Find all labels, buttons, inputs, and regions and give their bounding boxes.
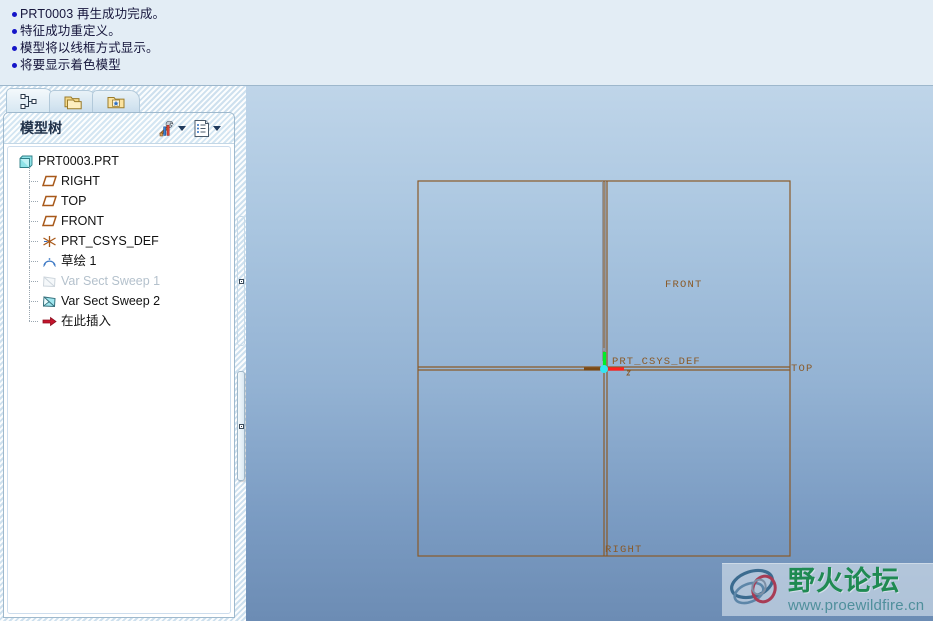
tree-item-datum-front[interactable]: FRONT xyxy=(8,207,230,231)
tree-item-label: Var Sect Sweep 1 xyxy=(61,274,161,288)
splitter-handle-upper[interactable] xyxy=(237,216,245,346)
tab-favorites[interactable] xyxy=(92,90,140,113)
chevron-down-icon[interactable] xyxy=(178,125,186,131)
watermark: 野火论坛 www.proewildfire.cn xyxy=(722,563,933,616)
bullet-icon xyxy=(8,6,20,23)
datum-plane-icon xyxy=(40,173,58,189)
insert-here-icon xyxy=(40,313,58,329)
tree-item-label: Var Sect Sweep 2 xyxy=(61,294,161,308)
tree-item-label: TOP xyxy=(61,194,87,208)
tree-item-sweep-2[interactable]: Var Sect Sweep 2 xyxy=(8,287,230,311)
sweep-icon xyxy=(40,273,58,289)
navigator-panel: 模型树 PRT0003.PRT RIGHT TOP FRONT PRT_CSYS… xyxy=(0,86,246,621)
tree-item-datum-top[interactable]: TOP xyxy=(8,187,230,211)
tree-item-insert-here[interactable]: 在此插入 xyxy=(8,307,230,331)
message-row: PRT0003 再生成功完成。 xyxy=(8,6,933,23)
tree-item-datum-right[interactable]: RIGHT xyxy=(8,167,230,191)
model-geometry: FRONT TOP RIGHT PRT_CSYS_DEF xyxy=(417,180,814,557)
watermark-title: 野火论坛 xyxy=(788,565,900,596)
tree-item-sweep-1[interactable]: Var Sect Sweep 1 xyxy=(8,267,230,291)
tree-item-label: FRONT xyxy=(61,214,105,228)
csys-z-glyph xyxy=(626,370,631,376)
message-area: PRT0003 再生成功完成。 特征成功重定义。 模型将以线框方式显示。 将要显… xyxy=(0,0,933,86)
message-text: 模型将以线框方式显示。 xyxy=(20,41,159,55)
tab-model-tree[interactable] xyxy=(6,88,54,113)
sketch-icon xyxy=(40,253,58,269)
label-right: RIGHT xyxy=(605,544,643,556)
bullet-icon xyxy=(8,40,20,57)
model-tree-header: 模型树 xyxy=(4,113,234,144)
panel-splitter[interactable] xyxy=(236,86,246,621)
tree-item-csys[interactable]: PRT_CSYS_DEF xyxy=(8,227,230,251)
settings-button[interactable] xyxy=(156,117,191,139)
message-row: 将要显示着色模型 xyxy=(8,57,933,74)
datum-plane-icon xyxy=(40,193,58,209)
tools-icon xyxy=(159,120,174,137)
tree-item-label: 在此插入 xyxy=(61,314,112,328)
tree-item-part[interactable]: PRT0003.PRT xyxy=(8,151,230,171)
page-title: 模型树 xyxy=(20,120,62,136)
part-icon xyxy=(17,153,35,169)
folder-star-icon xyxy=(107,96,125,108)
list-page-icon xyxy=(194,119,209,137)
tree-item-sketch[interactable]: 草绘 1 xyxy=(8,247,230,271)
splitter-handle-lower[interactable] xyxy=(237,371,245,481)
csys-origin xyxy=(600,365,608,373)
tree-item-label: PRT0003.PRT xyxy=(38,154,119,168)
message-row: 特征成功重定义。 xyxy=(8,23,933,40)
watermark-text: 野火论坛 www.proewildfire.cn xyxy=(788,565,925,614)
tree-item-label: 草绘 1 xyxy=(61,254,97,268)
model-tree-icon xyxy=(20,93,37,109)
datum-plane-icon xyxy=(40,213,58,229)
navigator-tab-strip xyxy=(0,86,246,113)
graphics-viewport[interactable]: FRONT TOP RIGHT PRT_CSYS_DEF xyxy=(246,86,933,621)
tree-item-label: PRT_CSYS_DEF xyxy=(61,234,159,248)
display-options-button[interactable] xyxy=(193,118,226,139)
model-tree-toolbar xyxy=(156,117,226,139)
message-text: PRT0003 再生成功完成。 xyxy=(20,7,166,21)
splitter-grip-icon xyxy=(238,423,244,429)
message-text: 将要显示着色模型 xyxy=(20,58,121,72)
sweep-icon xyxy=(40,293,58,309)
label-top: TOP xyxy=(791,363,814,375)
label-front: FRONT xyxy=(665,279,703,291)
tree-item-label: RIGHT xyxy=(61,174,100,188)
bullet-icon xyxy=(8,23,20,40)
forum-logo-icon xyxy=(730,568,777,605)
tab-folder-browser[interactable] xyxy=(49,90,97,113)
splitter-grip-icon xyxy=(238,278,244,284)
csys-icon xyxy=(40,233,58,249)
bullet-icon xyxy=(8,57,20,74)
message-row: 模型将以线框方式显示。 xyxy=(8,40,933,57)
chevron-down-icon[interactable] xyxy=(213,125,221,131)
label-csys: PRT_CSYS_DEF xyxy=(612,356,701,368)
message-text: 特征成功重定义。 xyxy=(20,24,121,38)
watermark-url: www.proewildfire.cn xyxy=(788,596,925,614)
model-tree-list[interactable]: PRT0003.PRT RIGHT TOP FRONT PRT_CSYS_DEF… xyxy=(7,146,231,614)
folder-stack-icon xyxy=(64,96,82,109)
model-tree-panel: 模型树 PRT0003.PRT RIGHT TOP FRONT PRT_CSYS… xyxy=(3,112,235,618)
tree-guide xyxy=(26,307,40,331)
